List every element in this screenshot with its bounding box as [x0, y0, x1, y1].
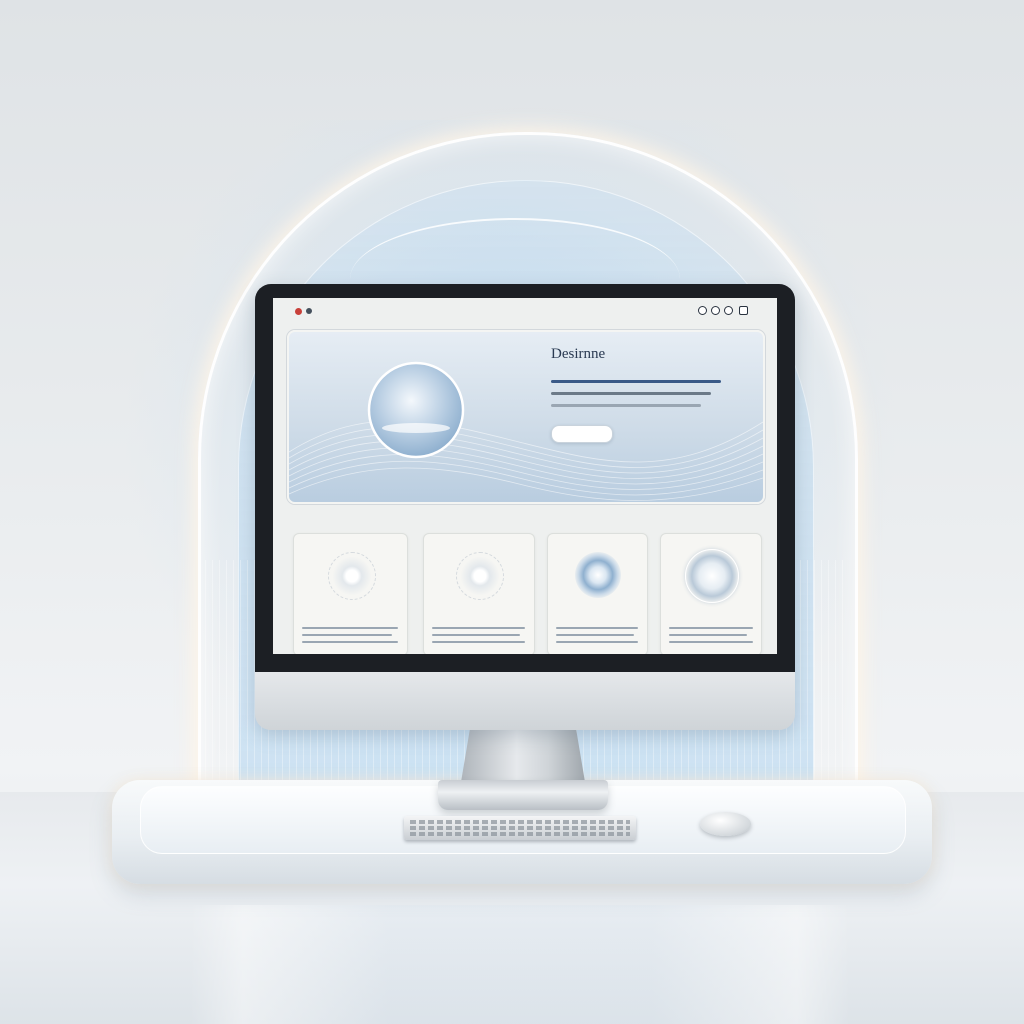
monitor-stand-foot: [438, 780, 608, 810]
keyboard-keys: [410, 820, 630, 836]
card-line: [302, 641, 398, 643]
monitor-stand-neck: [460, 728, 586, 788]
mouse-icon[interactable]: [700, 812, 751, 836]
hero-text-line-2: [551, 392, 711, 395]
menu-icon[interactable]: [739, 306, 748, 315]
card-line: [556, 641, 638, 643]
card-line: [669, 634, 747, 636]
card-line: [432, 627, 525, 629]
feature-1-icon: [327, 552, 376, 600]
hero-text-line-1: [551, 380, 721, 383]
hero-text-line-3: [551, 404, 701, 407]
desk-reflection: [190, 905, 850, 1024]
feature-card-4[interactable]: [660, 533, 762, 654]
hero-wave-art: [289, 361, 763, 501]
hero-waves: [289, 420, 763, 501]
hero-title: Desirnne: [551, 346, 606, 362]
card-line: [302, 634, 392, 636]
feature-card-3[interactable]: [547, 533, 648, 654]
card-line: [302, 627, 398, 629]
feature-2-icon: [456, 552, 504, 600]
hero-banner: Desirnne: [287, 330, 765, 504]
keyboard-icon[interactable]: [404, 816, 636, 840]
card-line: [556, 627, 638, 629]
card-line: [669, 641, 753, 643]
top-nav: [273, 298, 777, 324]
card-line: [432, 634, 520, 636]
feature-3-icon: [574, 552, 621, 598]
monitor-chin: [255, 672, 795, 730]
account-icon[interactable]: [698, 306, 707, 315]
minimize-dot-icon[interactable]: [306, 308, 312, 314]
website-screen: Desirnne: [273, 298, 777, 654]
card-line: [669, 627, 753, 629]
hero-cta-button[interactable]: [551, 425, 613, 443]
card-line: [556, 634, 634, 636]
feature-4-icon: [685, 549, 739, 603]
shield-icon[interactable]: [711, 306, 720, 315]
feature-card-2[interactable]: [423, 533, 535, 654]
desktop-scene: Desirnne: [0, 0, 1024, 1024]
feature-card-1[interactable]: [293, 533, 408, 654]
close-dot-icon[interactable]: [295, 308, 302, 315]
card-line: [432, 641, 525, 643]
orb-icon: [367, 361, 465, 459]
globe-icon[interactable]: [724, 306, 733, 315]
